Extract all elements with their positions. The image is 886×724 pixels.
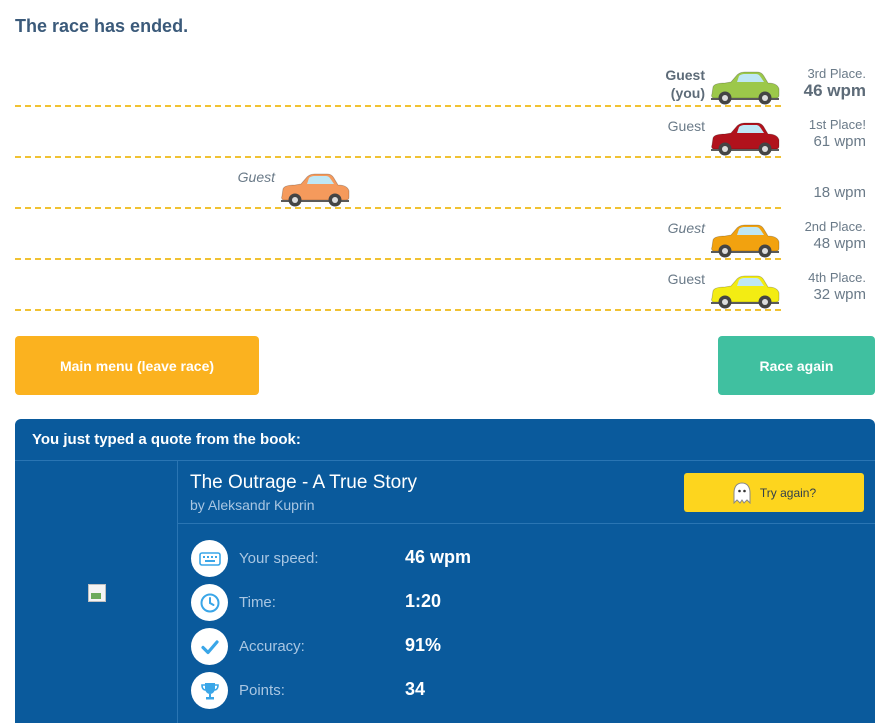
try-again-button[interactable]: Try again? [684,473,864,512]
racer-name-text: Guest [665,67,705,83]
racer: Guest [589,117,781,157]
racer-place: 3rd Place. [807,66,866,81]
book-title: The Outrage - A True Story [190,472,418,493]
racer-wpm: 46 wpm [803,81,866,100]
racer-wpm: 32 wpm [813,286,866,303]
car-icon [709,274,781,310]
stat-label: Accuracy: [239,638,305,655]
racer-you-tag: (you) [670,85,705,101]
racer-name-text: Guest [237,169,275,185]
racer-wpm: 18 wpm [813,184,866,201]
racer: Guest [159,168,351,208]
stat-value: 34 [405,679,426,699]
racer-result: 4th Place. 32 wpm [776,270,866,304]
racer-name: Guest (you) [665,66,705,102]
racer-result: 3rd Place. 46 wpm [776,66,866,100]
racer-place: 2nd Place. [804,219,866,234]
stat-label: Points: [239,682,285,699]
quote-panel: You just typed a quote from the book: Th… [15,419,875,723]
divider [178,523,875,524]
stat-speed: Your speed: 46 wpm [191,540,851,578]
book-author: by Aleksandr Kuprin [190,497,315,513]
racer-place: 4th Place. [808,270,866,285]
race-track: Guest [15,260,781,311]
clock-icon [191,584,228,621]
quote-panel-header: You just typed a quote from the book: [15,419,875,461]
racer: Guest [589,270,781,310]
racer-name-text: Guest [667,118,705,134]
stat-label: Your speed: [239,550,319,567]
trophy-icon [191,672,228,709]
racer-place: 1st Place! [808,117,866,132]
car-icon [279,172,351,208]
racer-result: 2nd Place. 48 wpm [776,219,866,253]
race-track: Guest [15,158,781,209]
book-cover-area [15,461,178,723]
car-icon [709,70,781,106]
race-track: Guest [15,107,781,158]
race-again-button[interactable]: Race again [718,336,875,395]
stat-value: 91% [405,635,442,655]
stat-label: Time: [239,594,276,611]
racer-name: Guest [668,270,705,288]
racer-name: Guest [668,117,705,135]
racer-name-text: Guest [667,271,705,287]
keyboard-icon [191,540,228,577]
checkmark-icon [191,628,228,665]
main-menu-button[interactable]: Main menu (leave race) [15,336,259,395]
stat-points: Points: 34 [191,672,851,710]
racer-name: Guest [238,168,275,186]
stat-value: 46 wpm [405,547,472,567]
racer-wpm: 61 wpm [813,133,866,150]
car-icon [709,223,781,259]
racer-result: 1st Place! 61 wpm [776,117,866,151]
race-track: Guest (you) [15,56,781,107]
racer-wpm: 48 wpm [813,235,866,252]
racer-place [776,168,866,184]
stat-time: Time: 1:20 [191,584,851,622]
racer-name: Guest [668,219,705,237]
race-track: Guest [15,209,781,260]
book-cover-image [88,584,106,602]
try-again-label: Try again? [759,485,817,500]
racer-name-text: Guest [667,220,705,236]
racer: Guest (you) [589,66,781,106]
stat-value: 1:20 [405,591,442,611]
racer-result: 18 wpm [776,168,866,202]
ghost-icon [733,481,751,504]
car-icon [709,121,781,157]
racer: Guest [589,219,781,259]
race-status: The race has ended. [15,16,189,36]
stat-accuracy: Accuracy: 91% [191,628,851,666]
